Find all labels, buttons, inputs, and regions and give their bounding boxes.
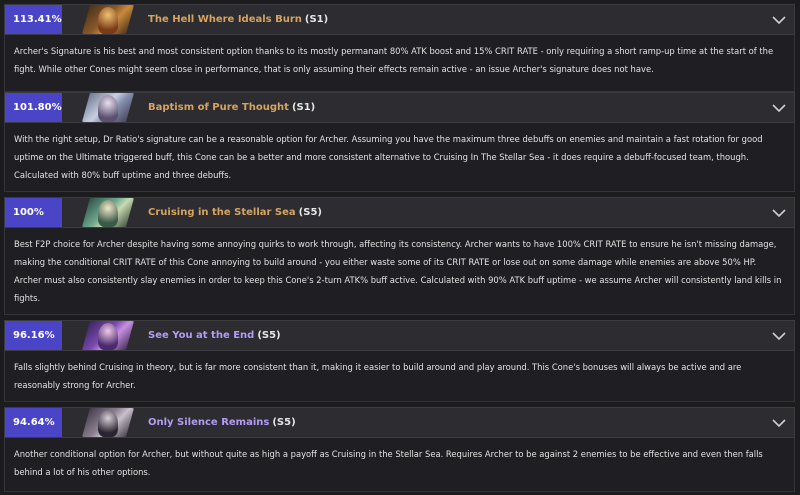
light-cone-list: 113.41% The Hell Where Ideals Burn (S1) A… xyxy=(0,0,800,495)
score-badge: 96.16% xyxy=(5,321,62,350)
light-cone-name: The Hell Where Ideals Burn xyxy=(148,14,302,25)
light-cone-thumbnail xyxy=(82,5,134,34)
superimposition-label: (S5) xyxy=(257,330,281,341)
superimposition-label: (S1) xyxy=(291,102,316,113)
chevron-down-icon[interactable] xyxy=(772,330,786,342)
light-cone-header[interactable]: 113.41% The Hell Where Ideals Burn (S1) xyxy=(4,4,795,35)
superimposition-label: (S5) xyxy=(298,207,322,218)
chevron-down-icon[interactable] xyxy=(772,207,786,219)
chevron-down-icon[interactable] xyxy=(772,102,786,114)
light-cone-header[interactable]: 94.64% Only Silence Remains (S5) xyxy=(4,407,795,438)
light-cone-description: With the right setup, Dr Ratio's signatu… xyxy=(4,123,795,192)
score-badge: 100% xyxy=(5,198,62,227)
score-badge: 113.41% xyxy=(5,5,62,34)
superimposition-label: (S1) xyxy=(304,14,329,25)
light-cone-thumbnail xyxy=(82,198,134,227)
chevron-down-icon[interactable] xyxy=(772,417,786,429)
light-cone-description: Archer's Signature is his best and most … xyxy=(4,35,795,92)
superimposition-label: (S5) xyxy=(272,417,296,428)
light-cone-thumbnail xyxy=(82,408,134,437)
light-cone-description: Falls slightly behind Cruising in theory… xyxy=(4,351,795,402)
light-cone-description: Another conditional option for Archer, b… xyxy=(4,438,795,492)
score-badge: 101.80% xyxy=(5,93,62,122)
chevron-down-icon[interactable] xyxy=(772,14,786,26)
score-badge: 94.64% xyxy=(5,408,62,437)
light-cone-thumbnail xyxy=(82,321,134,350)
light-cone-name: Cruising in the Stellar Sea xyxy=(148,207,296,218)
light-cone-name: See You at the End xyxy=(148,330,255,341)
light-cone-name: Only Silence Remains xyxy=(148,417,270,428)
light-cone-description: Best F2P choice for Archer despite havin… xyxy=(4,228,795,315)
light-cone-header[interactable]: 101.80% Baptism of Pure Thought (S1) xyxy=(4,92,795,123)
light-cone-header[interactable]: 96.16% See You at the End (S5) xyxy=(4,320,795,351)
light-cone-name: Baptism of Pure Thought xyxy=(148,102,289,113)
light-cone-thumbnail xyxy=(82,93,134,122)
light-cone-header[interactable]: 100% Cruising in the Stellar Sea (S5) xyxy=(4,197,795,228)
